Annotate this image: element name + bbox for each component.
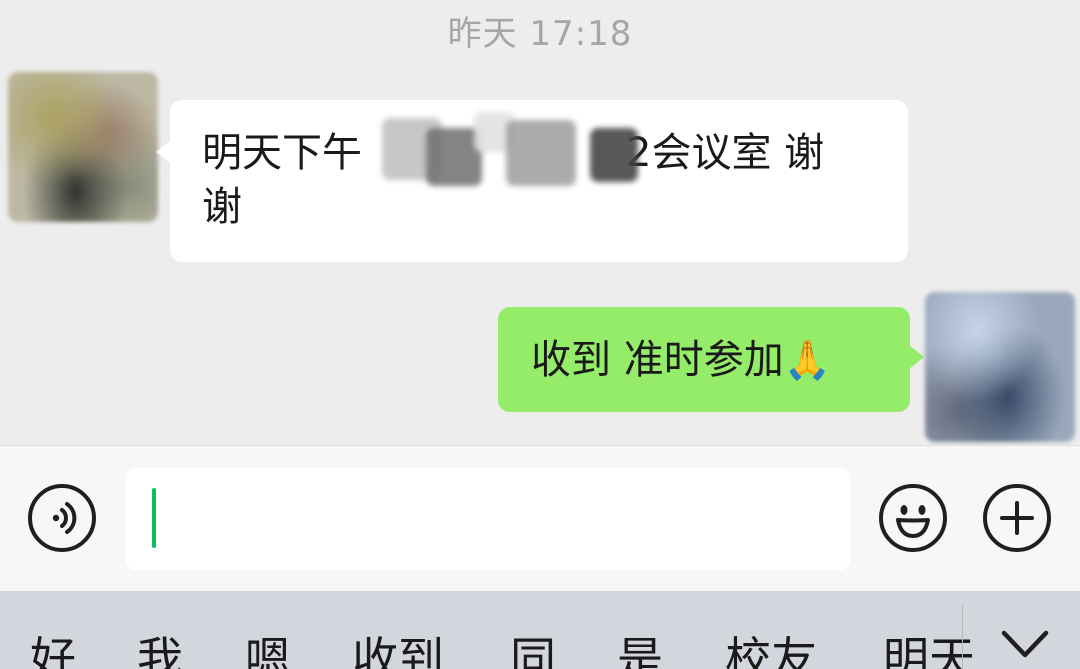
suggestion-item[interactable]: 好 [30,629,76,669]
contact-avatar[interactable] [8,72,158,222]
folded-hands-emoji: 🙏 [783,338,832,382]
suggestion-item[interactable]: 是 [617,629,663,669]
voice-icon [52,502,77,534]
suggestion-item[interactable]: 嗯 [245,629,291,669]
plus-icon [1000,501,1034,535]
sent-message-line: 收到 准时参加🙏 [531,333,910,387]
received-message-text-start: 明天下午 [202,130,362,176]
sent-message-text: 收到 准时参加 [531,337,784,383]
chat-area[interactable]: 昨天 17:18 明天下午 2会议室 谢 谢 收到 准时参加🙏 [0,0,1080,445]
suggestion-item[interactable]: 同 [510,629,556,669]
suggestion-divider [962,605,963,669]
emoji-button[interactable] [879,484,947,552]
suggestion-item[interactable]: 校友 [725,629,817,669]
message-timestamp: 昨天 17:18 [447,14,633,54]
redaction-scribble [378,112,640,190]
suggestion-item[interactable]: 收到 [352,629,444,669]
voice-input-button[interactable] [28,484,96,552]
keyboard-suggestion-bar: 好 我 嗯 收到 同 是 校友 明天 [0,591,1080,669]
received-message-text-end: 2会议室 谢 [626,130,825,176]
message-text-input[interactable] [126,468,850,570]
sent-message-bubble[interactable]: 收到 准时参加🙏 [498,307,924,412]
suggestion-item[interactable]: 我 [137,629,183,669]
collapse-suggestions-button[interactable] [990,627,1060,667]
text-caret [152,488,156,548]
my-avatar[interactable] [925,292,1075,442]
more-actions-button[interactable] [983,484,1051,552]
smiley-icon [896,505,930,538]
chevron-down-icon [1001,630,1049,658]
message-input-bar [0,445,1080,591]
